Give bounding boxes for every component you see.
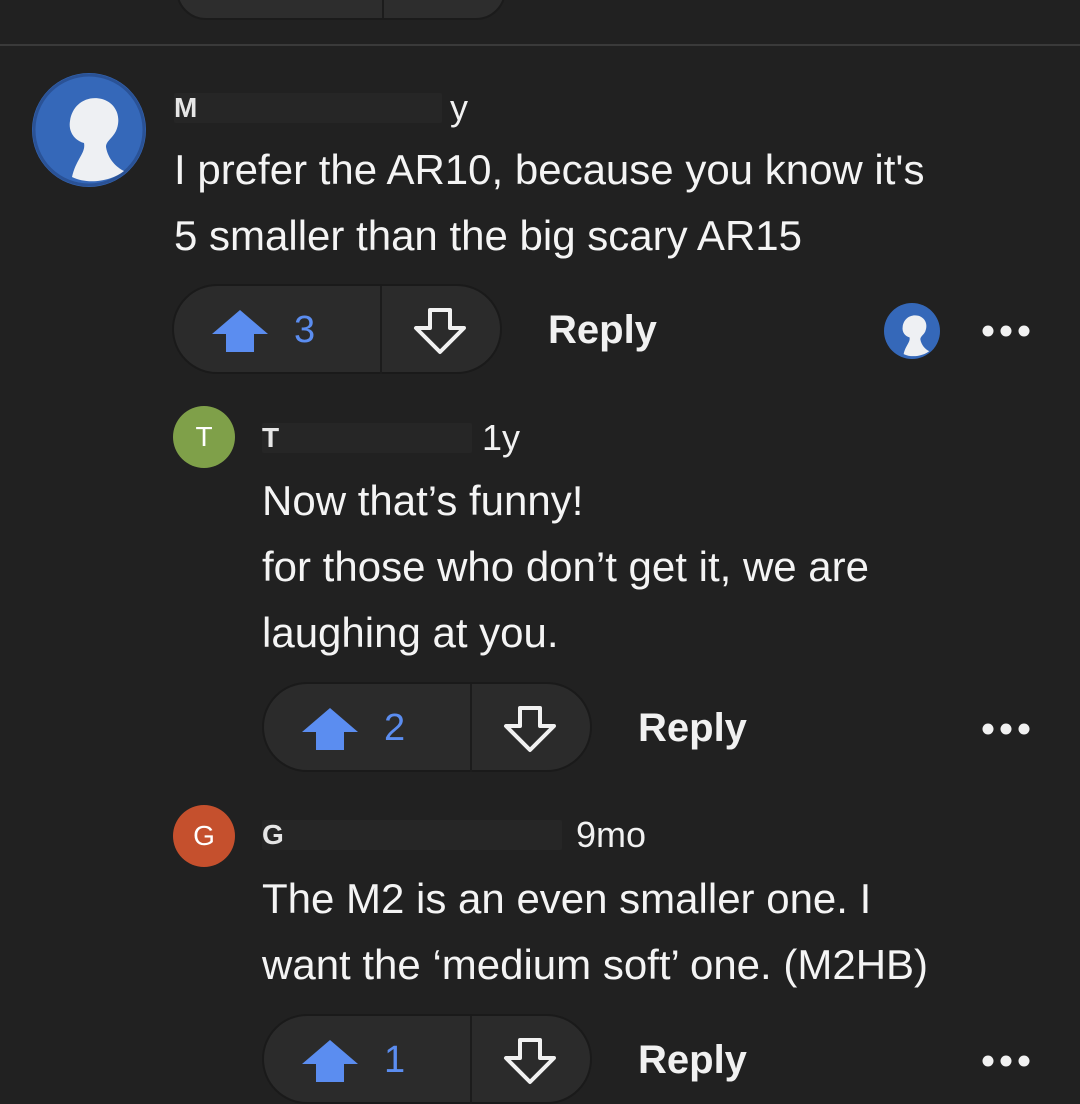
redacted-username[interactable]: G (262, 820, 562, 850)
downvote-arrow-icon[interactable] (502, 704, 558, 754)
redacted-username[interactable]: T (262, 423, 472, 453)
reply-button[interactable]: Reply (548, 308, 657, 353)
comment-meta: T 1y (262, 416, 520, 460)
vote-count: 2 (384, 707, 406, 749)
vote-pill: 2 (262, 682, 592, 772)
comment-body: Now that’s funny! for those who don’t ge… (262, 477, 870, 656)
vote-pill: 3 (172, 284, 502, 374)
vote-count: 3 (294, 309, 316, 351)
avatar[interactable]: G (173, 805, 235, 867)
reply-button[interactable]: Reply (638, 706, 747, 751)
upvote-arrow-icon[interactable] (300, 706, 360, 752)
avatar[interactable] (32, 73, 146, 187)
downvote-arrow-icon[interactable] (412, 306, 468, 356)
more-options-icon[interactable] (976, 316, 1036, 346)
comment-age: y (450, 87, 468, 128)
upvote-arrow-icon[interactable] (300, 1038, 360, 1084)
thread-divider (0, 44, 1080, 46)
vote-pill: 1 (262, 1014, 592, 1104)
comment-age: 9mo (576, 814, 647, 855)
comment-body: The M2 is an even smaller one. I want th… (262, 875, 929, 988)
upvote-arrow-icon[interactable] (210, 308, 270, 354)
vote-count: 1 (384, 1039, 406, 1081)
more-options-icon[interactable] (976, 1046, 1036, 1076)
previous-vote-pill (176, 0, 506, 20)
comment-meta: G 9mo (262, 813, 646, 857)
comment-meta: M y (174, 86, 468, 130)
reply-button[interactable]: Reply (638, 1038, 747, 1083)
redacted-username[interactable]: M (174, 93, 442, 123)
more-options-icon[interactable] (976, 714, 1036, 744)
avatar[interactable] (884, 303, 940, 359)
comment-body: I prefer the AR10, because you know it's… (174, 146, 925, 259)
downvote-arrow-icon[interactable] (502, 1036, 558, 1086)
avatar[interactable]: T (173, 406, 235, 468)
comment-age: 1y (482, 417, 521, 458)
